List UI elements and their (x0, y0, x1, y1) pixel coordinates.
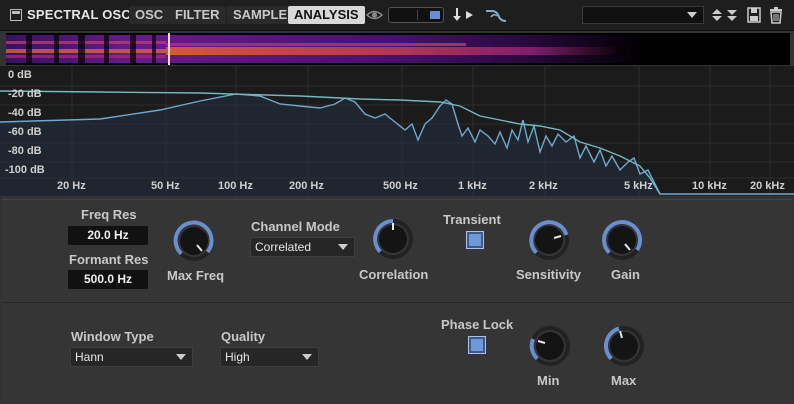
gain-knob[interactable] (601, 219, 643, 261)
down-arrow-icon[interactable] (725, 6, 741, 24)
save-icon[interactable] (746, 6, 762, 24)
sensitivity-knob[interactable] (528, 219, 570, 261)
db-label-100: -100 dB (5, 164, 45, 176)
hz-label-100: 100 Hz (218, 180, 253, 192)
trash-icon[interactable] (768, 6, 784, 24)
db-label-20: -20 dB (8, 88, 42, 100)
hz-label-20: 20 Hz (57, 180, 86, 192)
quality-dropdown[interactable]: High (220, 347, 319, 367)
toggle-knob (430, 11, 440, 19)
eye-icon[interactable] (366, 8, 383, 22)
chevron-down-icon (302, 354, 312, 360)
hz-label-500: 500 Hz (383, 180, 418, 192)
db-label-80: -80 dB (8, 145, 42, 157)
min-label: Min (537, 373, 560, 388)
toggle-divider (417, 10, 418, 20)
transient-checkbox[interactable] (466, 231, 484, 249)
hz-label-10k: 10 kHz (692, 180, 727, 192)
analysis-panel: Freq Res 20.0 Hz Formant Res 500.0 Hz Ma… (2, 199, 792, 302)
spectral-osc-module: SPECTRAL OSC OSC FILTER SAMPLE ANALYSIS (0, 0, 794, 404)
tab-analysis[interactable]: ANALYSIS (288, 6, 365, 24)
up-down-arrows-icon[interactable] (710, 6, 726, 24)
db-label-0: 0 dB (8, 69, 32, 81)
chevron-down-icon (176, 354, 186, 360)
module-icon[interactable] (10, 9, 22, 21)
module-title: SPECTRAL OSC (27, 7, 132, 22)
phase-lock-label: Phase Lock (441, 317, 514, 332)
channel-mode-dropdown[interactable]: Correlated (250, 237, 355, 257)
hz-label-200: 200 Hz (289, 180, 324, 192)
hz-label-50: 50 Hz (151, 180, 180, 192)
max-freq-label: Max Freq (167, 268, 225, 283)
toggle-switch[interactable] (388, 7, 444, 23)
dropdown-arrow-icon (687, 12, 697, 18)
channel-mode-label: Channel Mode (251, 219, 340, 234)
tab-osc[interactable]: OSC (129, 6, 170, 24)
correlation-label: Correlation (359, 267, 429, 282)
formant-res-label: Formant Res (69, 252, 149, 267)
formant-res-field[interactable]: 500.0 Hz (68, 270, 148, 289)
hz-label-1k: 1 kHz (458, 180, 487, 192)
in-out-icon[interactable] (452, 6, 476, 24)
max-freq-knob[interactable] (173, 220, 215, 262)
min-knob[interactable] (529, 325, 571, 367)
sensitivity-label: Sensitivity (516, 267, 582, 282)
channel-mode-value: Correlated (255, 240, 312, 254)
db-label-40: -40 dB (8, 107, 42, 119)
db-label-60: -60 dB (8, 126, 42, 138)
gain-label: Gain (611, 267, 640, 282)
spectrum-analyzer[interactable]: 0 dB -20 dB -40 dB -60 dB -80 dB -100 dB… (0, 66, 794, 196)
tab-filter[interactable]: FILTER (169, 6, 226, 24)
quality-label: Quality (221, 329, 266, 344)
freq-res-field[interactable]: 20.0 Hz (68, 226, 148, 245)
hz-label-2k: 2 kHz (529, 180, 558, 192)
max-knob[interactable] (603, 325, 645, 367)
window-type-value: Hann (75, 350, 104, 364)
module-header: SPECTRAL OSC OSC FILTER SAMPLE ANALYSIS (0, 0, 794, 31)
preset-dropdown[interactable] (582, 6, 704, 24)
phase-lock-checkbox[interactable] (468, 336, 486, 354)
window-type-dropdown[interactable]: Hann (70, 347, 193, 367)
waveform-icon[interactable] (485, 7, 507, 23)
analyzer-graph (0, 66, 794, 196)
spectrogram-display[interactable] (6, 33, 790, 65)
quality-value: High (225, 350, 250, 364)
window-type-label: Window Type (71, 329, 154, 344)
freq-res-label: Freq Res (81, 207, 137, 222)
chevron-down-icon (338, 244, 348, 250)
hz-label-20k: 20 kHz (750, 180, 785, 192)
correlation-knob[interactable] (372, 218, 414, 260)
hz-label-5k: 5 kHz (624, 180, 653, 192)
window-panel: Window Type Hann Quality High Phase Lock… (2, 302, 792, 403)
transient-label: Transient (443, 212, 501, 227)
max-label: Max (611, 373, 637, 388)
tab-sample[interactable]: SAMPLE (227, 6, 294, 24)
